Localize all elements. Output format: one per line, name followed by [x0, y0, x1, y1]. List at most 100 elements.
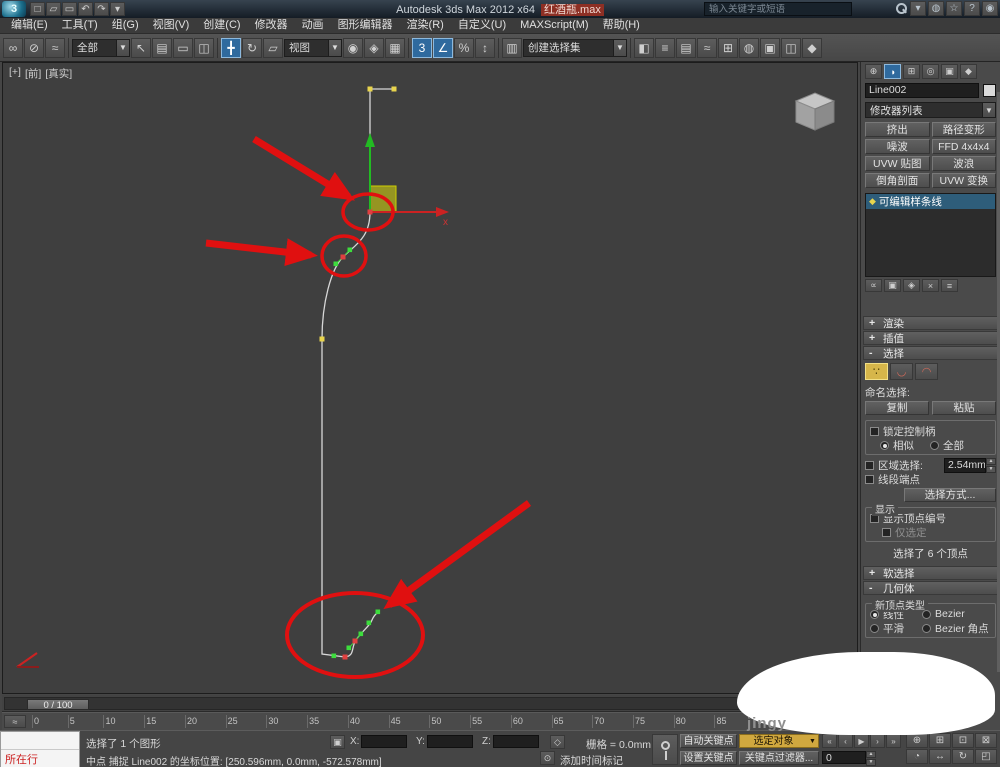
fov-icon[interactable]: ◔	[906, 749, 928, 764]
select-and-move-icon[interactable]: ╋	[221, 37, 241, 58]
chevron-down-icon[interactable]: ▼	[116, 39, 129, 56]
menu-group[interactable]: 组(G)	[105, 18, 146, 33]
tab-display-icon[interactable]: ▣	[941, 64, 958, 79]
modifier-set-button[interactable]: FFD 4x4x4	[931, 139, 996, 154]
stack-item-editable-spline[interactable]: ◆ 可编辑样条线	[866, 194, 995, 209]
modifier-stack[interactable]: ◆ 可编辑样条线	[865, 193, 996, 277]
auto-key-button[interactable]: 自动关键点	[680, 734, 737, 748]
next-frame-icon[interactable]: ›	[870, 734, 885, 748]
time-slider-track[interactable]: 0 / 100	[4, 697, 856, 711]
listener-row[interactable]	[1, 732, 79, 750]
tab-create-icon[interactable]: ⊕	[865, 64, 882, 79]
viewport-shading-menu[interactable]: [真实]	[45, 66, 72, 81]
keyboard-override-icon[interactable]: ▦	[385, 37, 405, 58]
selection-lock-toggle-icon[interactable]: ▣	[330, 735, 345, 749]
bind-to-space-warp-icon[interactable]: ≈	[45, 37, 65, 58]
menu-help[interactable]: 帮助(H)	[596, 18, 647, 33]
set-keys-big-button[interactable]	[652, 734, 678, 765]
selected-vertex[interactable]	[340, 254, 346, 260]
time-slider-handle[interactable]: 0 / 100	[27, 699, 89, 711]
listener-text[interactable]: 所在行	[1, 750, 79, 767]
front-viewport[interactable]: [+] [前] [真实] x	[2, 62, 858, 694]
menu-animation[interactable]: 动画	[295, 18, 331, 33]
vertex-mode-icon[interactable]: ∵	[865, 363, 888, 380]
selected-vertex[interactable]	[342, 654, 348, 660]
select-by-name-icon[interactable]: ▤	[152, 37, 172, 58]
workspace-dropdown-icon[interactable]: ▾	[110, 2, 125, 16]
spinner-snap-icon[interactable]: ↕	[475, 37, 495, 58]
menu-maxscript[interactable]: MAXScript(M)	[513, 18, 595, 33]
object-name-field[interactable]: Line002	[865, 83, 979, 98]
chevron-down-icon[interactable]: ▼	[613, 39, 626, 56]
mini-curve-editor-icon[interactable]: ≈	[4, 715, 26, 728]
communication-center-icon[interactable]: ◉	[982, 1, 998, 16]
key-filter-selected-dropdown[interactable]: 选定对象 ▼	[739, 734, 819, 748]
tab-modify-icon[interactable]: ◑	[884, 64, 901, 79]
zoom-extents-icon[interactable]: ⊡	[952, 733, 974, 748]
bezier-radio[interactable]	[922, 609, 931, 619]
bezier-handle[interactable]	[347, 247, 353, 253]
search-dropdown-icon[interactable]: ▾	[910, 1, 926, 16]
select-and-manipulate-icon[interactable]: ◈	[364, 37, 384, 58]
select-by-button[interactable]: 选择方式...	[904, 488, 996, 502]
layer-manager-icon[interactable]: ▤	[676, 37, 696, 58]
pin-stack-icon[interactable]: ∝	[865, 279, 882, 292]
editable-spline-curve[interactable]	[321, 88, 394, 658]
align-icon[interactable]: ≡	[655, 37, 675, 58]
segment-mode-icon[interactable]: ◡	[890, 363, 913, 380]
select-and-scale-icon[interactable]: ▱	[263, 37, 283, 58]
pan-icon[interactable]: ↔	[929, 749, 951, 764]
selected-vertex[interactable]	[367, 209, 373, 215]
zoom-region-icon[interactable]: ⊠	[975, 733, 997, 748]
gizmo-y-arrowhead[interactable]	[365, 133, 375, 147]
lock-handles-checkbox[interactable]	[870, 426, 879, 436]
menu-views[interactable]: 视图(V)	[146, 18, 197, 33]
chevron-down-icon[interactable]: ▼	[982, 103, 995, 117]
spline-mode-icon[interactable]: ◠	[915, 363, 938, 380]
select-and-rotate-icon[interactable]: ↻	[242, 37, 262, 58]
menu-tools[interactable]: 工具(T)	[55, 18, 105, 33]
selection-region-icon[interactable]: ▭	[173, 37, 193, 58]
angle-snap-icon[interactable]: ∠	[433, 37, 453, 58]
alike-radio[interactable]	[880, 440, 889, 450]
smooth-radio[interactable]	[870, 623, 879, 633]
absolute-offset-toggle-icon[interactable]: ◇	[550, 735, 565, 749]
maximize-viewport-icon[interactable]: ◰	[975, 749, 997, 764]
set-key-button[interactable]: 设置关键点	[680, 751, 737, 765]
track-bar[interactable]: ≈ 05101520253035404550556065707580859095…	[2, 712, 858, 730]
zoom-icon[interactable]: ⊕	[906, 733, 928, 748]
rollout-selection[interactable]: - 选择	[863, 346, 998, 360]
remove-modifier-icon[interactable]: ×	[922, 279, 939, 292]
curve-editor-icon[interactable]: ≈	[697, 37, 717, 58]
bezier-handle[interactable]	[366, 620, 372, 626]
rendered-frame-window-icon[interactable]: ◫	[781, 37, 801, 58]
search-icon[interactable]	[892, 1, 908, 16]
key-filters-button[interactable]: 关键点过滤器...	[739, 751, 819, 765]
unlink-selection-icon[interactable]: ⊘	[24, 37, 44, 58]
named-selection-sets-dropdown[interactable]: 创建选择集 ▼	[523, 38, 627, 57]
bezier-handle[interactable]	[346, 645, 352, 651]
modifier-set-button[interactable]: 路径变形	[931, 122, 996, 137]
transform-gizmo[interactable]: x	[365, 133, 449, 228]
modifier-set-button[interactable]: 倒角剖面	[865, 173, 930, 188]
menu-rendering[interactable]: 渲染(R)	[400, 18, 451, 33]
previous-frame-icon[interactable]: ‹	[838, 734, 853, 748]
all-radio[interactable]	[930, 440, 939, 450]
modifier-set-button[interactable]: 挤出	[865, 122, 930, 137]
snap-toggle-3d-icon[interactable]: 3	[412, 37, 432, 58]
bezier-corner-radio[interactable]	[922, 623, 931, 633]
area-selection-value[interactable]: 2.54mm	[944, 457, 986, 473]
search-input[interactable]	[704, 2, 852, 16]
add-time-tag[interactable]: 添加时间标记	[560, 753, 623, 767]
modifier-list-dropdown[interactable]: 修改器列表 ▼	[865, 102, 996, 118]
viewcube[interactable]	[794, 92, 836, 131]
rollout-soft-selection[interactable]: + 软选择	[863, 566, 998, 580]
vertex[interactable]	[319, 336, 325, 342]
frame-spinner-arrows[interactable]: ▲ ▼	[866, 751, 876, 766]
help-icon[interactable]: ?	[964, 1, 980, 16]
open-file-icon[interactable]: ▱	[46, 2, 61, 16]
percent-snap-icon[interactable]: %	[454, 37, 474, 58]
menu-modifiers[interactable]: 修改器	[248, 18, 295, 33]
rollout-geometry[interactable]: - 几何体	[863, 581, 998, 595]
make-unique-icon[interactable]: ◈	[903, 279, 920, 292]
